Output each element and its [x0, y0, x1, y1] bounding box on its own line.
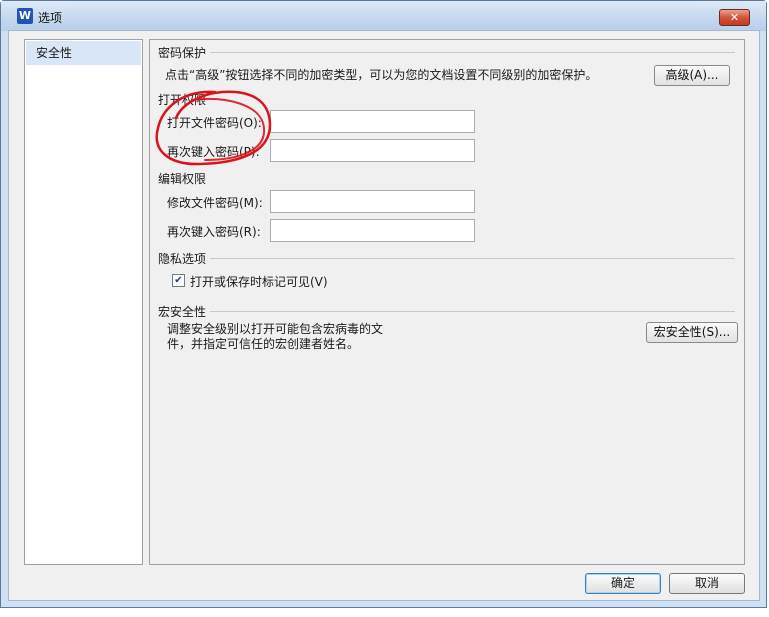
- modify-password-field[interactable]: [270, 190, 475, 213]
- modify-password-reenter-label: 再次键入密码(R):: [167, 225, 261, 239]
- open-password-label: 打开文件密码(O):: [167, 116, 262, 130]
- section-title-edit-permission: 编辑权限: [158, 170, 211, 187]
- modify-password-label: 修改文件密码(M):: [167, 196, 263, 210]
- wps-writer-icon: W: [17, 8, 33, 24]
- open-password-field[interactable]: [270, 110, 475, 133]
- mark-visible-checkbox[interactable]: ✔: [172, 274, 185, 287]
- macro-security-button[interactable]: 宏安全性(S)...: [646, 322, 738, 343]
- title-bar[interactable]: W 选项 ✕: [1, 1, 766, 31]
- section-title-open-permission: 打开权限: [158, 91, 211, 108]
- security-settings-panel: 密码保护 点击“高级”按钮选择不同的加密类型，可以为您的文档设置不同级别的加密保…: [149, 39, 745, 565]
- divider: [210, 52, 735, 53]
- section-title-macro-security: 宏安全性: [158, 303, 211, 320]
- options-dialog: W 选项 ✕ 安全性 密码保护 点击“高级”按钮选择不同的加密类型，可以为您的文…: [0, 0, 767, 608]
- section-title-password-protection: 密码保护: [158, 44, 211, 61]
- section-title-privacy: 隐私选项: [158, 250, 211, 267]
- dialog-title: 选项: [38, 11, 63, 25]
- nav-item-label: 安全性: [36, 46, 73, 60]
- open-password-reenter-field[interactable]: [270, 139, 475, 162]
- open-password-reenter-label: 再次键入密码(P):: [167, 145, 260, 159]
- password-protection-description: 点击“高级”按钮选择不同的加密类型，可以为您的文档设置不同级别的加密保护。: [165, 68, 598, 82]
- ok-button[interactable]: 确定: [585, 573, 661, 594]
- divider: [210, 311, 735, 312]
- macro-description-line1: 调整安全级别以打开可能包含宏病毒的文: [167, 322, 384, 336]
- cancel-button[interactable]: 取消: [669, 573, 745, 594]
- category-list: 安全性: [24, 39, 143, 565]
- modify-password-reenter-field[interactable]: [270, 219, 475, 242]
- advanced-button[interactable]: 高级(A)...: [654, 65, 730, 86]
- close-button[interactable]: ✕: [719, 9, 750, 26]
- macro-description-line2: 件，并指定可信任的宏创建者姓名。: [167, 337, 360, 351]
- nav-item-security[interactable]: 安全性: [26, 41, 141, 65]
- divider: [210, 258, 735, 259]
- dialog-body: 安全性 密码保护 点击“高级”按钮选择不同的加密类型，可以为您的文档设置不同级别…: [8, 30, 760, 601]
- mark-visible-label[interactable]: 打开或保存时标记可见(V): [190, 273, 328, 290]
